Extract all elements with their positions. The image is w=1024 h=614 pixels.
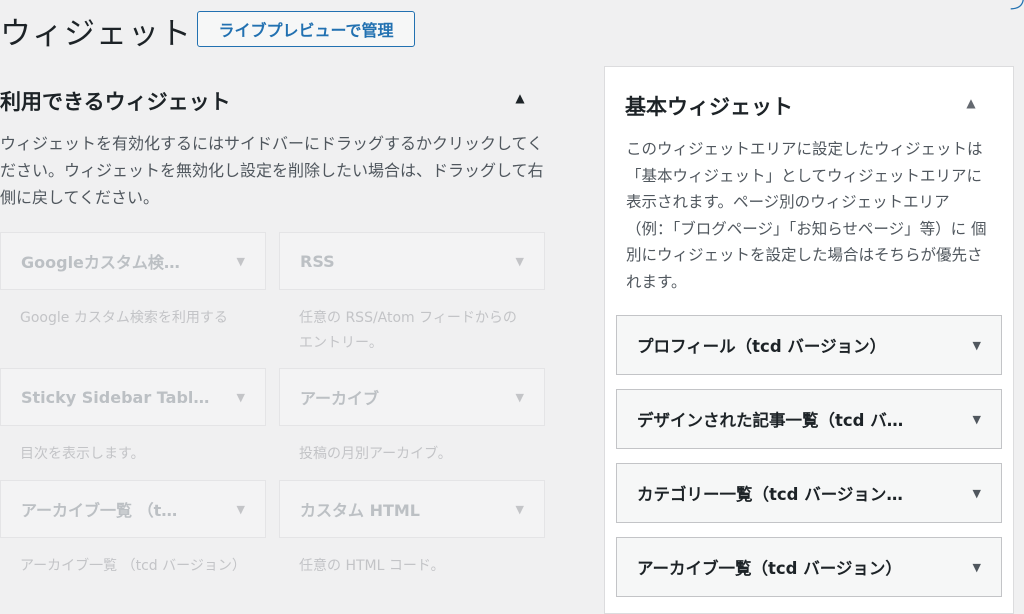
widget-title: Googleカスタム検… <box>21 253 180 272</box>
sidebar-widget-archives[interactable]: アーカイブ一覧（tcd バージョン） ▼ <box>616 537 1002 597</box>
collapse-available-icon[interactable]: ▲ <box>510 88 530 108</box>
widget-title: Sticky Sidebar Tabl… <box>21 387 210 407</box>
widget-description: 任意の RSS/Atom フィードからのエントリー。 <box>299 310 517 351</box>
widget-archive-list-tcd[interactable]: アーカイブ一覧 （t… ▼ アーカイブ一覧 （tcd バージョン） <box>0 480 266 579</box>
widget-title-bar[interactable]: アーカイブ ▼ <box>279 368 545 426</box>
widget-description: 目次を表示します。 <box>20 446 145 462</box>
help-icon[interactable]: ⤴ <box>1008 0 1024 14</box>
expand-icon[interactable]: ▼ <box>237 391 245 404</box>
widget-title: アーカイブ一覧 （t… <box>21 501 178 520</box>
expand-icon[interactable]: ▼ <box>516 255 524 268</box>
widgets-page: ウィジェット ライブプレビューで管理 ⤴ 利用できるウィジェット ▲ ウィジェッ… <box>0 0 1024 614</box>
widget-title-bar[interactable]: RSS ▼ <box>279 232 545 290</box>
widget-description: Google カスタム検索を利用する <box>20 310 228 326</box>
expand-icon[interactable]: ▼ <box>237 503 245 516</box>
expand-icon[interactable]: ▼ <box>973 413 981 426</box>
basic-widget-area: 基本ウィジェット ▲ このウィジェットエリアに設定したウィジェットは「基本ウィジ… <box>604 66 1014 614</box>
expand-icon[interactable]: ▼ <box>973 561 981 574</box>
widget-description: アーカイブ一覧 （tcd バージョン） <box>20 558 246 574</box>
widget-title: RSS <box>300 251 335 271</box>
collapse-widget-area-icon[interactable]: ▲ <box>961 93 981 113</box>
available-widgets-heading: 利用できるウィジェット <box>0 90 231 114</box>
widget-title: プロフィール（tcd バージョン） <box>637 337 887 356</box>
widget-area-title[interactable]: 基本ウィジェット <box>625 91 793 121</box>
expand-icon[interactable]: ▼ <box>516 391 524 404</box>
widget-archive[interactable]: アーカイブ ▼ 投稿の月別アーカイブ。 <box>279 368 545 467</box>
live-preview-button[interactable]: ライブプレビューで管理 <box>197 11 415 47</box>
sidebar-widget-designed-posts[interactable]: デザインされた記事一覧（tcd バ… ▼ <box>616 389 1002 449</box>
sidebar-widget-profile[interactable]: プロフィール（tcd バージョン） ▼ <box>616 315 1002 375</box>
widget-title: アーカイブ一覧（tcd バージョン） <box>637 559 902 578</box>
widget-google-custom-search[interactable]: Googleカスタム検… ▼ Google カスタム検索を利用する <box>0 232 266 331</box>
widget-title: デザインされた記事一覧（tcd バ… <box>637 411 904 430</box>
available-widgets-grid: Googleカスタム検… ▼ Google カスタム検索を利用する RSS ▼ 任意… <box>0 232 546 614</box>
widget-custom-html[interactable]: カスタム HTML ▼ 任意の HTML コード。 <box>279 480 545 579</box>
page-title: ウィジェット <box>0 16 192 52</box>
widget-title-bar[interactable]: Googleカスタム検… ▼ <box>0 232 266 290</box>
widget-title-bar[interactable]: カスタム HTML ▼ <box>279 480 545 538</box>
widget-description: 投稿の月別アーカイブ。 <box>299 446 452 462</box>
widget-title-bar[interactable]: Sticky Sidebar Tabl… ▼ <box>0 368 266 426</box>
widget-rss[interactable]: RSS ▼ 任意の RSS/Atom フィードからのエントリー。 <box>279 232 545 356</box>
sidebar-widget-categories[interactable]: カテゴリー一覧（tcd バージョン… ▼ <box>616 463 1002 523</box>
expand-icon[interactable]: ▼ <box>516 503 524 516</box>
widget-description: 任意の HTML コード。 <box>299 558 445 574</box>
expand-icon[interactable]: ▼ <box>237 255 245 268</box>
widget-title: カテゴリー一覧（tcd バージョン… <box>637 485 903 504</box>
widget-sticky-sidebar-toc[interactable]: Sticky Sidebar Tabl… ▼ 目次を表示します。 <box>0 368 266 467</box>
expand-icon[interactable]: ▼ <box>973 339 981 352</box>
widget-area-description: このウィジェットエリアに設定したウィジェットは「基本ウィジェット」としてウィジェ… <box>626 140 987 291</box>
widget-title-bar[interactable]: アーカイブ一覧 （t… ▼ <box>0 480 266 538</box>
available-widgets-description: ウィジェットを有効化するにはサイドバーにドラッグするかクリックしてください。ウィ… <box>0 134 544 207</box>
expand-icon[interactable]: ▼ <box>973 487 981 500</box>
widget-title: アーカイブ <box>300 389 380 408</box>
widget-title: カスタム HTML <box>300 501 420 520</box>
